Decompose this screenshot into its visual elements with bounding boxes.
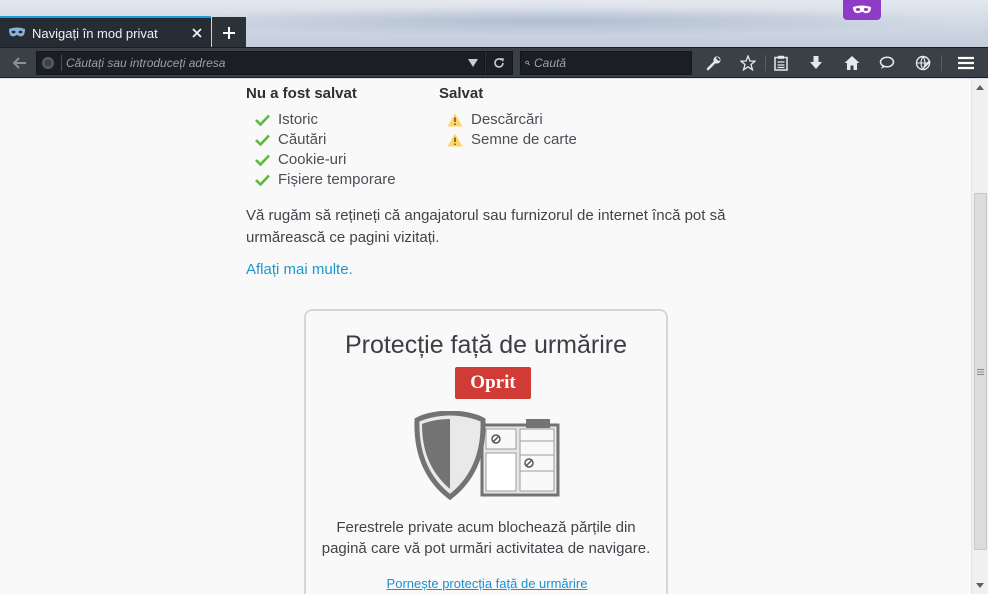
learn-more-link[interactable]: Aflați mai multe. <box>246 261 353 278</box>
scroll-down-arrow-icon[interactable] <box>972 577 988 593</box>
private-mask-icon <box>8 26 26 40</box>
developer-tools-button[interactable] <box>700 51 728 75</box>
tracking-protection-title: Protecție față de urmărire <box>344 331 628 359</box>
globe-pencil-icon <box>915 55 931 71</box>
bookmark-star-button[interactable] <box>734 51 762 75</box>
globe-icon[interactable] <box>37 52 59 74</box>
warning-icon <box>447 133 463 146</box>
search-bar[interactable] <box>520 51 692 75</box>
vertical-scrollbar[interactable] <box>971 79 988 594</box>
page-content: Nu a fost salvat Istoric Căutări Cookie-… <box>0 79 971 594</box>
star-icon <box>740 55 756 71</box>
url-bar[interactable] <box>36 51 485 75</box>
shield-icon <box>414 410 560 501</box>
list-item-label: Descărcări <box>471 111 543 128</box>
checkmark-icon <box>255 134 270 146</box>
checkmark-icon <box>255 154 270 166</box>
bookmarks-menu-button[interactable] <box>767 51 795 75</box>
search-icon <box>525 60 530 66</box>
list-item: Cookie-uri <box>255 151 346 168</box>
list-item: Descărcări <box>447 111 543 128</box>
new-tab-button[interactable] <box>212 17 246 48</box>
scrollbar-thumb[interactable] <box>974 193 987 550</box>
tab-private-browsing[interactable]: Navigați în mod privat <box>0 16 211 48</box>
back-arrow-icon <box>13 57 26 69</box>
checkmark-icon <box>255 174 270 186</box>
warning-icon <box>447 113 463 126</box>
tracking-status-badge[interactable]: Oprit <box>455 367 531 399</box>
list-item: Fișiere temporare <box>255 171 396 188</box>
mask-icon <box>853 5 871 14</box>
reload-button[interactable] <box>485 51 513 75</box>
wrench-icon <box>706 56 721 71</box>
back-button[interactable] <box>6 51 34 75</box>
open-menu-button[interactable] <box>952 51 980 75</box>
hamburger-menu-icon <box>958 56 974 70</box>
toolbar-separator <box>765 55 766 71</box>
list-item: Istoric <box>255 111 318 128</box>
plus-icon <box>223 26 235 39</box>
tab-title: Navigați în mod privat <box>32 25 158 41</box>
url-input[interactable] <box>66 56 462 70</box>
tracking-protection-description: Ferestrele private acum blochează părțil… <box>321 519 651 557</box>
dropdown-arrow-icon[interactable] <box>462 52 484 74</box>
checkmark-icon <box>255 114 270 126</box>
list-item-label: Semne de carte <box>471 131 577 148</box>
list-item-label: Căutări <box>278 131 327 148</box>
saved-heading: Salvat <box>439 85 484 102</box>
reload-icon <box>494 58 504 68</box>
list-item-label: Istoric <box>278 111 319 128</box>
chat-bubble-icon <box>879 56 895 69</box>
scroll-up-arrow-icon[interactable] <box>972 79 988 95</box>
grip-icon <box>977 368 984 375</box>
downloads-button[interactable] <box>802 51 830 75</box>
shield-illustration <box>414 410 562 506</box>
download-arrow-icon <box>810 56 822 69</box>
list-item: Căutări <box>255 131 326 148</box>
navigation-toolbar <box>0 47 988 78</box>
list-item-label: Fișiere temporare <box>278 171 396 188</box>
not-saved-heading: Nu a fost salvat <box>246 85 357 102</box>
list-item-label: Cookie-uri <box>278 151 347 168</box>
clipboard-icon <box>774 55 788 71</box>
tracking-protection-card: Protecție față de urmărire Oprit Ferestr… <box>304 309 668 594</box>
private-browsing-indicator <box>843 0 881 20</box>
enable-tracking-protection-link[interactable]: Pornește protecția față de urmărire <box>306 576 668 591</box>
list-item: Semne de carte <box>447 131 577 148</box>
privacy-note: Vă rugăm să rețineți că angajatorul sau … <box>246 207 726 246</box>
chat-button[interactable] <box>873 51 901 75</box>
home-button[interactable] <box>838 51 866 75</box>
search-input[interactable] <box>534 56 691 70</box>
web-developer-button[interactable] <box>909 51 937 75</box>
home-icon <box>844 56 860 70</box>
url-separator <box>61 55 62 71</box>
close-icon[interactable] <box>187 23 207 43</box>
toolbar-separator <box>941 55 942 71</box>
